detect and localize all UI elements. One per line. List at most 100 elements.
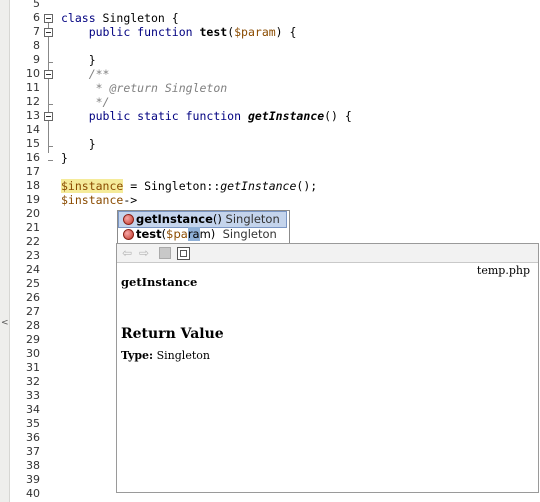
doc-return-heading: Return Value <box>121 326 224 342</box>
line-number: 15 <box>26 137 40 150</box>
open-in-browser-icon[interactable] <box>177 247 190 260</box>
completion-type: Singleton <box>222 227 277 241</box>
comment: */ <box>88 95 110 109</box>
completion-item-getinstance[interactable]: getInstance() Singleton <box>118 211 287 228</box>
function-name: test <box>199 25 228 39</box>
doc-file-name: temp.php <box>476 264 530 277</box>
code-text: -> <box>123 193 138 207</box>
variable-highlighted: $instance <box>61 179 124 193</box>
function-name: getInstance <box>247 109 325 123</box>
line-number: 35 <box>26 417 40 430</box>
line-number: 28 <box>26 319 40 332</box>
back-arrow-icon[interactable]: ⇦ <box>120 246 134 260</box>
keyword: public static function <box>88 109 248 123</box>
line-number: 13 <box>26 109 40 122</box>
line-number: 25 <box>26 277 40 290</box>
fold-end <box>48 160 53 161</box>
type-label: Type: <box>121 349 154 362</box>
code-line-18[interactable]: $instance = Singleton::getInstance(); <box>61 179 317 193</box>
code-text: } <box>61 151 68 165</box>
fold-collapse-icon[interactable] <box>44 14 53 23</box>
code-text: (); <box>296 179 318 193</box>
text-cursor: ra <box>187 227 200 241</box>
completion-args: ) <box>210 227 216 241</box>
code-line-9[interactable]: } <box>61 53 96 67</box>
code-text: Singleton { <box>95 11 179 25</box>
line-number: 19 <box>26 193 40 206</box>
line-number: 20 <box>26 207 40 220</box>
code-line-15[interactable]: } <box>61 137 96 151</box>
fold-collapse-icon[interactable] <box>44 70 53 79</box>
completion-name: test <box>136 227 162 241</box>
left-margin <box>0 0 10 502</box>
fold-collapse-icon[interactable] <box>44 28 53 37</box>
fold-end <box>48 62 53 63</box>
variable: $instance <box>61 193 124 207</box>
code-line-16[interactable]: } <box>61 151 68 165</box>
line-number: 21 <box>26 221 40 234</box>
comment-type: Singleton <box>164 81 228 95</box>
line-number: 38 <box>26 459 40 472</box>
code-text: ) { <box>275 25 297 39</box>
comment: * @return <box>88 81 165 95</box>
line-number: 14 <box>26 123 40 136</box>
line-number: 36 <box>26 431 40 444</box>
code-line-10[interactable]: /** <box>61 67 110 81</box>
line-number: 11 <box>26 81 40 94</box>
fold-guide <box>48 23 49 153</box>
code-line-13[interactable]: public static function getInstance() { <box>61 109 352 123</box>
documentation-popup: ⇦ ⇨ temp.php getInstance Return Value Ty… <box>116 243 539 493</box>
line-number: 22 <box>26 235 40 248</box>
completion-name: getInstance <box>136 212 213 226</box>
collapse-arrow-icon[interactable]: < <box>1 318 9 328</box>
line-number: 12 <box>26 95 40 108</box>
line-number: 34 <box>26 403 40 416</box>
line-number: 32 <box>26 375 40 388</box>
line-number: 8 <box>33 39 40 52</box>
line-number: 6 <box>33 11 40 24</box>
line-number: 5 <box>33 0 40 10</box>
keyword: public function <box>88 25 200 39</box>
line-number: 7 <box>33 25 40 38</box>
type-value: Singleton <box>156 349 210 362</box>
code-line-7[interactable]: public function test($param) { <box>61 25 297 39</box>
method-icon <box>123 229 134 240</box>
line-number: 23 <box>26 249 40 262</box>
method-call: getInstance <box>220 179 297 193</box>
doc-method-name: getInstance <box>121 275 198 289</box>
code-text: = Singleton:: <box>123 179 221 193</box>
line-number: 33 <box>26 389 40 402</box>
show-source-icon[interactable] <box>159 247 171 259</box>
method-icon <box>123 214 134 225</box>
line-number: 27 <box>26 305 40 318</box>
fold-collapse-icon[interactable] <box>44 112 53 121</box>
code-line-12[interactable]: */ <box>61 95 110 109</box>
code-line-6[interactable]: class Singleton { <box>61 11 179 25</box>
line-number: 40 <box>26 487 40 500</box>
fold-end <box>48 146 53 147</box>
completion-type: Singleton <box>225 212 280 226</box>
code-line-11[interactable]: * @return Singleton <box>61 81 228 95</box>
line-number: 16 <box>26 151 40 164</box>
line-number: 29 <box>26 333 40 346</box>
code-text: } <box>88 137 96 151</box>
completion-param: $pa <box>166 227 188 241</box>
forward-arrow-icon[interactable]: ⇨ <box>137 246 151 260</box>
code-text: } <box>88 53 96 67</box>
line-number: 37 <box>26 445 40 458</box>
completion-args: () <box>212 212 222 226</box>
line-number: 31 <box>26 361 40 374</box>
completion-item-test[interactable]: test($param) Singleton <box>119 227 288 242</box>
keyword: class <box>61 11 96 25</box>
line-number: 24 <box>26 263 40 276</box>
comment: /** <box>88 67 110 81</box>
line-number: 30 <box>26 347 40 360</box>
doc-toolbar: ⇦ ⇨ <box>117 244 538 263</box>
code-completion-list[interactable]: getInstance() Singleton test($param) Sin… <box>117 210 290 244</box>
line-number: 18 <box>26 179 40 192</box>
code-line-19[interactable]: $instance-> <box>61 193 137 207</box>
parameter: $param <box>234 25 276 39</box>
line-number: 17 <box>26 165 40 178</box>
line-number: 39 <box>26 473 40 486</box>
line-number: 9 <box>33 53 40 66</box>
